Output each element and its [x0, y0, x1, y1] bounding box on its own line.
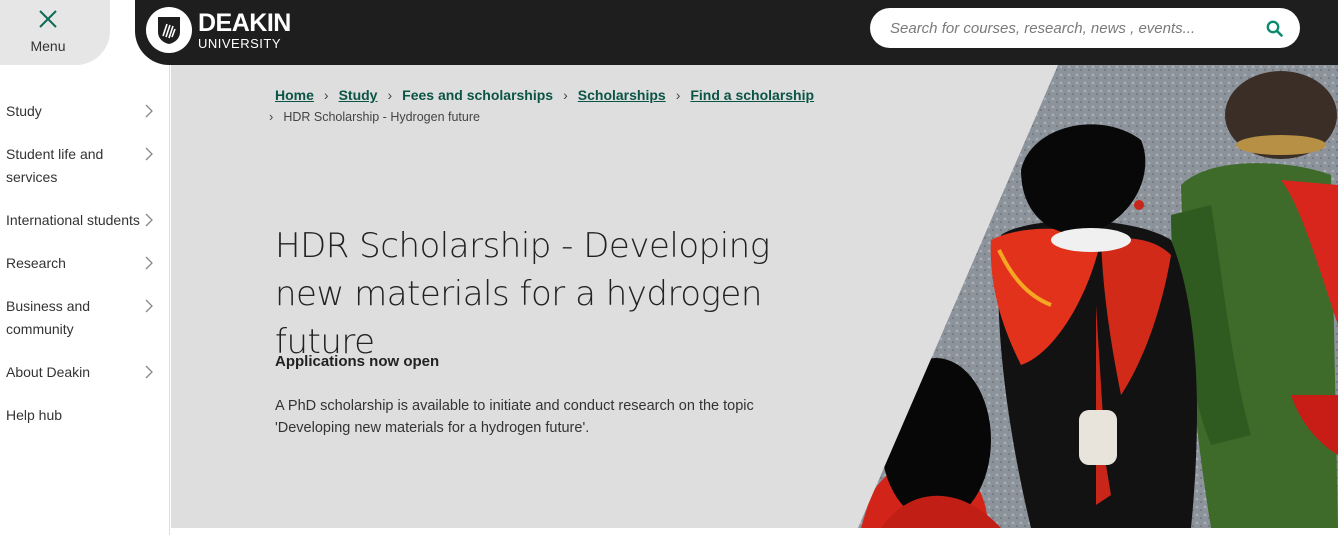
sidebar-item-label: International students [6, 212, 140, 228]
sidebar-item-label: About Deakin [6, 364, 91, 380]
breadcrumb-separator: › [323, 87, 329, 103]
sidebar-item-label: Business and community [6, 298, 91, 337]
page-title: HDR Scholarship - Developing new materia… [275, 226, 770, 362]
chevron-right-icon [145, 213, 153, 227]
search-icon[interactable] [1266, 20, 1283, 37]
scholarship-description: A PhD scholarship is available to initia… [275, 398, 754, 436]
deakin-crest-icon [146, 7, 192, 53]
breadcrumb-scholarships[interactable]: Scholarships [578, 87, 666, 103]
chevron-right-icon [145, 365, 153, 379]
sidebar-item-label: Help hub [6, 407, 63, 423]
sidebar-item-study[interactable]: Study [6, 100, 158, 123]
logo-wordmark: DEAKIN [198, 8, 291, 37]
sidebar-item-research[interactable]: Research [6, 252, 158, 275]
chevron-right-icon [145, 299, 153, 313]
chevron-right-icon [145, 256, 153, 270]
search-bar [870, 8, 1300, 48]
menu-label: Menu [30, 38, 66, 54]
breadcrumb-current: HDR Scholarship - Hydrogen future [283, 109, 480, 124]
breadcrumb-study[interactable]: Study [339, 87, 378, 103]
breadcrumb-find-scholarship[interactable]: Find a scholarship [690, 87, 814, 103]
sidebar-nav: Study Student life and services Internat… [0, 65, 170, 535]
sidebar-item-help-hub[interactable]: Help hub [6, 404, 158, 427]
breadcrumb-home[interactable]: Home [275, 87, 314, 103]
breadcrumb-separator: › [563, 87, 568, 103]
logo-subtitle: UNIVERSITY [198, 35, 282, 51]
application-status: Applications now open [275, 353, 440, 370]
breadcrumb-separator: › [387, 87, 393, 103]
chevron-right-icon [145, 147, 153, 161]
sidebar-item-about[interactable]: About Deakin [6, 361, 158, 384]
menu-button[interactable]: Menu [0, 0, 110, 65]
hero-bottom-edge [171, 528, 1338, 535]
sidebar-item-student-life[interactable]: Student life and services [6, 143, 158, 189]
sidebar-item-label: Research [6, 255, 66, 271]
sidebar-item-international[interactable]: International students [6, 209, 158, 232]
sidebar-item-label: Student life and services [6, 146, 104, 185]
breadcrumb-fees[interactable]: Fees and scholarships [402, 87, 553, 103]
deakin-logo[interactable]: DEAKIN UNIVERSITY [146, 7, 291, 53]
sidebar-item-business[interactable]: Business and community [6, 295, 158, 341]
search-input[interactable] [890, 8, 1250, 48]
sidebar-item-label: Study [6, 103, 42, 119]
close-icon [39, 10, 57, 28]
breadcrumb-separator: › [675, 87, 681, 103]
chevron-right-icon [145, 104, 153, 118]
breadcrumb-separator: › [269, 109, 274, 124]
breadcrumb: Home › Study › Fees and scholarships › S… [269, 86, 814, 124]
